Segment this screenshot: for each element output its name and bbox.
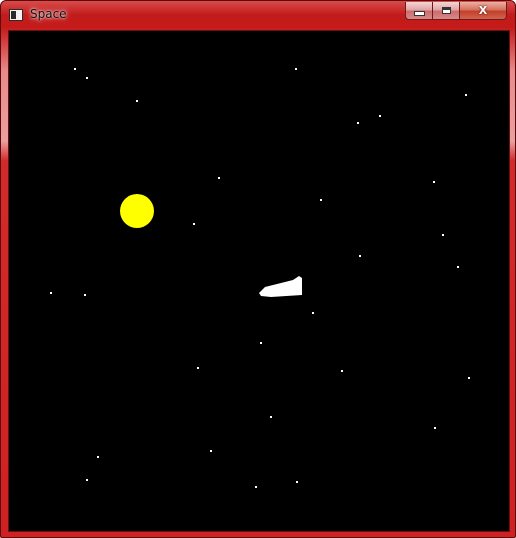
star <box>255 486 257 488</box>
sun <box>120 194 154 228</box>
caption-buttons: X <box>405 2 507 21</box>
space-view[interactable] <box>8 30 510 532</box>
app-window: Space X <box>0 0 516 538</box>
minimize-icon <box>413 11 425 16</box>
star <box>260 342 262 344</box>
star <box>86 77 88 79</box>
star <box>197 367 199 369</box>
maximize-icon <box>441 7 451 14</box>
star <box>442 234 444 236</box>
star <box>379 115 381 117</box>
space-scene <box>9 31 509 531</box>
title-bar[interactable]: Space X <box>1 1 515 29</box>
star <box>270 416 272 418</box>
star <box>434 427 436 429</box>
window-title: Space <box>30 7 67 21</box>
star <box>74 68 76 70</box>
star <box>136 100 138 102</box>
star <box>210 450 212 452</box>
star <box>218 177 220 179</box>
star <box>312 312 314 314</box>
star <box>296 481 298 483</box>
star <box>357 122 359 124</box>
close-icon: X <box>478 4 488 17</box>
star <box>84 294 86 296</box>
star <box>341 370 343 372</box>
star <box>320 199 322 201</box>
minimize-button[interactable] <box>405 2 432 20</box>
star <box>295 68 297 70</box>
star <box>86 479 88 481</box>
space-background <box>9 31 509 531</box>
maximize-button[interactable] <box>432 2 459 20</box>
star <box>193 223 195 225</box>
star <box>359 255 361 257</box>
star <box>97 456 99 458</box>
window-app-icon[interactable] <box>9 9 23 21</box>
star <box>433 181 435 183</box>
star <box>50 292 52 294</box>
close-button[interactable]: X <box>459 2 507 20</box>
star <box>468 377 470 379</box>
star <box>465 94 467 96</box>
star <box>457 266 459 268</box>
